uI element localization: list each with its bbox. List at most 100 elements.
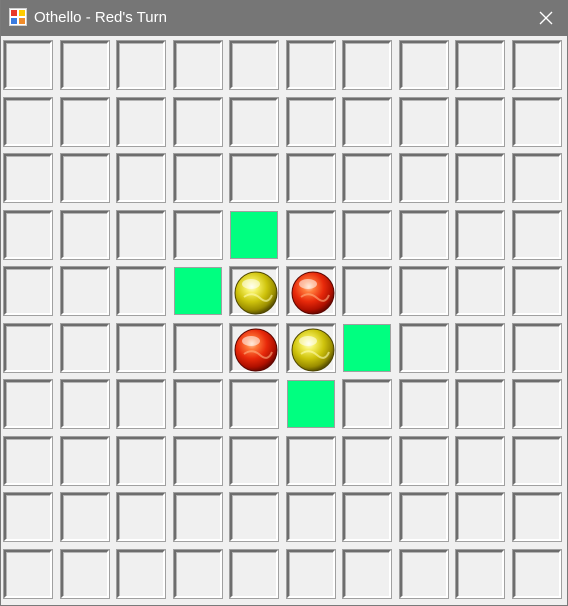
board-cell[interactable] xyxy=(456,267,504,315)
board-cell[interactable] xyxy=(61,437,109,485)
board-cell[interactable] xyxy=(174,380,222,428)
board-cell[interactable] xyxy=(230,41,278,89)
board-cell[interactable] xyxy=(230,98,278,146)
board-cell[interactable] xyxy=(400,437,448,485)
board-cell[interactable] xyxy=(456,154,504,202)
board-cell[interactable] xyxy=(456,437,504,485)
board-cell[interactable] xyxy=(513,324,561,372)
valid-move-cell[interactable] xyxy=(287,380,335,428)
board-cell[interactable] xyxy=(343,154,391,202)
board-cell[interactable] xyxy=(456,380,504,428)
board-cell[interactable] xyxy=(456,550,504,598)
board-cell[interactable] xyxy=(400,380,448,428)
board-cell[interactable] xyxy=(287,550,335,598)
board-cell[interactable] xyxy=(117,41,165,89)
board-cell[interactable] xyxy=(61,211,109,259)
board-cell[interactable] xyxy=(230,267,278,315)
board-cell[interactable] xyxy=(117,98,165,146)
board-cell[interactable] xyxy=(456,41,504,89)
board-cell[interactable] xyxy=(61,493,109,541)
board-cell[interactable] xyxy=(513,267,561,315)
board-cell[interactable] xyxy=(4,154,52,202)
board-cell[interactable] xyxy=(230,380,278,428)
board-cell[interactable] xyxy=(400,98,448,146)
board-cell[interactable] xyxy=(174,324,222,372)
board-cell[interactable] xyxy=(4,267,52,315)
board-cell[interactable] xyxy=(230,493,278,541)
valid-move-cell[interactable] xyxy=(174,267,222,315)
board-cell[interactable] xyxy=(117,324,165,372)
board-cell[interactable] xyxy=(230,437,278,485)
board-cell[interactable] xyxy=(61,41,109,89)
board-cell[interactable] xyxy=(400,267,448,315)
board-cell[interactable] xyxy=(4,324,52,372)
board-cell[interactable] xyxy=(400,550,448,598)
board-cell[interactable] xyxy=(4,211,52,259)
board-cell[interactable] xyxy=(174,154,222,202)
board-cell[interactable] xyxy=(117,154,165,202)
board-cell[interactable] xyxy=(287,493,335,541)
board-cell[interactable] xyxy=(343,211,391,259)
board-cell[interactable] xyxy=(117,211,165,259)
board-cell[interactable] xyxy=(230,324,278,372)
board-cell[interactable] xyxy=(117,437,165,485)
board-cell[interactable] xyxy=(513,98,561,146)
board-cell[interactable] xyxy=(4,98,52,146)
board-cell[interactable] xyxy=(343,550,391,598)
board-cell[interactable] xyxy=(4,380,52,428)
board-cell[interactable] xyxy=(117,493,165,541)
board-cell[interactable] xyxy=(513,493,561,541)
board-cell[interactable] xyxy=(343,267,391,315)
board-cell[interactable] xyxy=(117,550,165,598)
board-cell[interactable] xyxy=(400,41,448,89)
valid-move-cell[interactable] xyxy=(230,211,278,259)
board-cell[interactable] xyxy=(61,380,109,428)
valid-move-cell[interactable] xyxy=(343,324,391,372)
board-cell[interactable] xyxy=(61,98,109,146)
board-cell[interactable] xyxy=(513,550,561,598)
board-cell[interactable] xyxy=(230,550,278,598)
board-cell[interactable] xyxy=(343,380,391,428)
board-cell[interactable] xyxy=(400,324,448,372)
close-button[interactable] xyxy=(523,0,568,36)
board-cell[interactable] xyxy=(456,211,504,259)
board-cell[interactable] xyxy=(287,267,335,315)
board-cell[interactable] xyxy=(4,550,52,598)
board-cell[interactable] xyxy=(4,41,52,89)
board-cell[interactable] xyxy=(287,324,335,372)
title-bar[interactable]: Othello - Red's Turn xyxy=(1,0,568,36)
board-cell[interactable] xyxy=(174,41,222,89)
board-cell[interactable] xyxy=(400,493,448,541)
board-cell[interactable] xyxy=(343,41,391,89)
board-cell[interactable] xyxy=(61,324,109,372)
board-cell[interactable] xyxy=(61,267,109,315)
board-cell[interactable] xyxy=(174,550,222,598)
board-cell[interactable] xyxy=(174,437,222,485)
board-cell[interactable] xyxy=(117,380,165,428)
board-cell[interactable] xyxy=(287,154,335,202)
board-cell[interactable] xyxy=(513,154,561,202)
board-cell[interactable] xyxy=(174,211,222,259)
board-cell[interactable] xyxy=(513,41,561,89)
board-cell[interactable] xyxy=(61,154,109,202)
board-cell[interactable] xyxy=(287,437,335,485)
board-cell[interactable] xyxy=(456,98,504,146)
board-cell[interactable] xyxy=(287,211,335,259)
board-cell[interactable] xyxy=(400,211,448,259)
board-cell[interactable] xyxy=(230,154,278,202)
board-cell[interactable] xyxy=(61,550,109,598)
board-cell[interactable] xyxy=(287,41,335,89)
board-cell[interactable] xyxy=(117,267,165,315)
board-cell[interactable] xyxy=(4,437,52,485)
board-cell[interactable] xyxy=(287,98,335,146)
board-cell[interactable] xyxy=(343,98,391,146)
board-cell[interactable] xyxy=(456,493,504,541)
board-cell[interactable] xyxy=(4,493,52,541)
board-cell[interactable] xyxy=(513,437,561,485)
board-cell[interactable] xyxy=(400,154,448,202)
board-cell[interactable] xyxy=(343,437,391,485)
board-cell[interactable] xyxy=(456,324,504,372)
board-cell[interactable] xyxy=(513,211,561,259)
board-cell[interactable] xyxy=(174,98,222,146)
board-cell[interactable] xyxy=(174,493,222,541)
